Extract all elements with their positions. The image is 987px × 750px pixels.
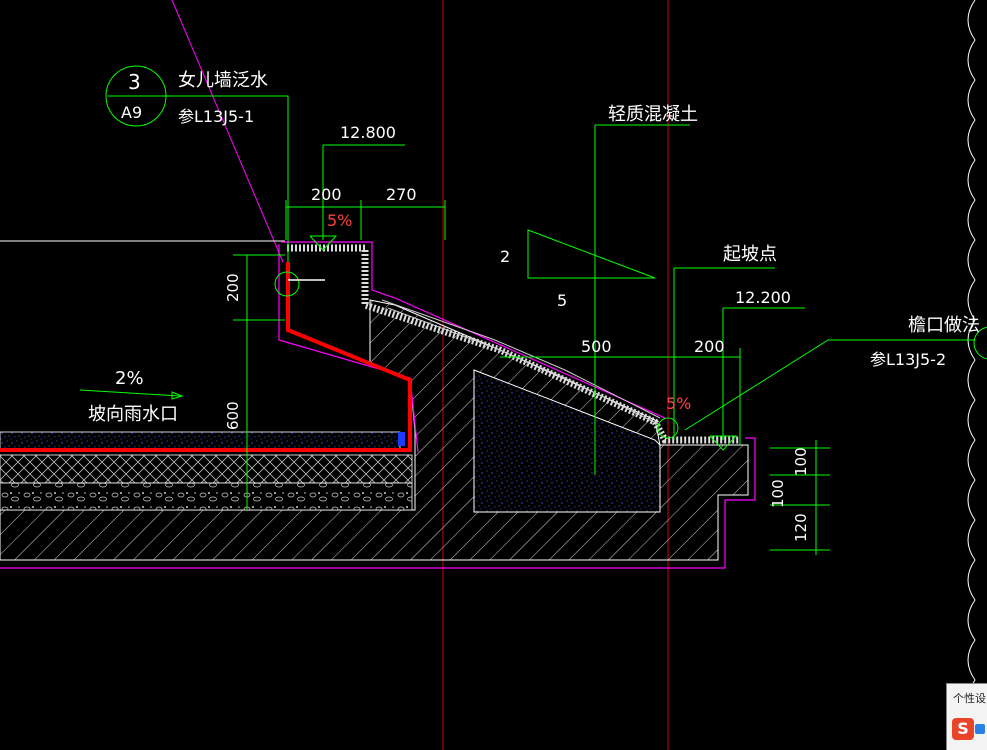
drain-marker (398, 432, 405, 446)
dim-270: 270 (386, 185, 417, 204)
dim-100-b: 100 (769, 479, 787, 508)
waterproof-layer (0, 262, 412, 452)
elevation-eave: 12.200 (735, 288, 791, 307)
roof-slope-value: 2% (115, 368, 144, 389)
section-leader-line (171, 0, 284, 263)
eave-label: 檐口做法 (908, 315, 980, 336)
slope-5-left: 5% (327, 211, 352, 230)
eave-ref: 参L13J5-2 (870, 350, 946, 369)
ime-mode-icon[interactable] (975, 724, 985, 734)
roof-slope-note: 坡向雨水口 (88, 404, 178, 425)
detail-number: 3 (128, 70, 141, 94)
sogou-logo-icon[interactable]: S (952, 718, 974, 740)
ime-popup[interactable]: 个性设 S (946, 683, 987, 750)
dim-100-a: 100 (792, 447, 810, 476)
dim-600: 600 (224, 401, 242, 430)
slope-5-right: 5% (666, 394, 691, 413)
detail-sheet: A9 (121, 103, 142, 122)
floor-layers (0, 431, 413, 511)
parapet-ref: 参L13J5-1 (178, 107, 254, 126)
dim-200-vertical: 200 (224, 273, 242, 302)
dim-120: 120 (792, 513, 810, 542)
dim-500: 500 (581, 337, 612, 356)
lightweight-concrete-label: 轻质混凝土 (608, 104, 698, 125)
slope-ratio-rise: 2 (500, 247, 510, 266)
cad-drawing-canvas[interactable]: 3 A9 女儿墙泛水 参L13J5-1 12.800 200 270 5% 轻质… (0, 0, 987, 750)
revision-cloud-border (967, 0, 976, 721)
ime-personalize-label[interactable]: 个性设 (953, 690, 986, 706)
slope-start-label: 起坡点 (723, 244, 777, 265)
dim-200-top: 200 (311, 185, 342, 204)
elevation-top: 12.800 (340, 123, 396, 142)
parapet-label: 女儿墙泛水 (178, 70, 268, 91)
concrete-structure (0, 299, 749, 561)
dim-200-right: 200 (694, 337, 725, 356)
slope-ratio-run: 5 (557, 291, 567, 310)
